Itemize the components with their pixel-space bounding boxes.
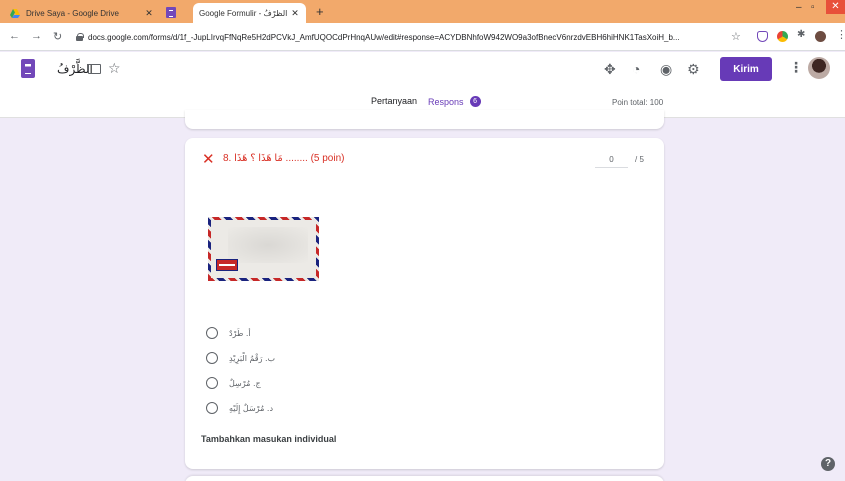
back-arrow-icon[interactable]: ← bbox=[9, 30, 20, 42]
tab-responses-label: Respons bbox=[428, 96, 464, 107]
google-forms-logo-icon[interactable] bbox=[21, 59, 35, 78]
close-x-icon: ✕ bbox=[202, 151, 215, 168]
maximize-window-button[interactable]: ▫ bbox=[811, 2, 815, 13]
puzzle-icon[interactable]: ✱ bbox=[797, 29, 805, 40]
option-a[interactable]: أ. طَرْدٌ bbox=[206, 325, 251, 341]
radio-button[interactable] bbox=[206, 377, 218, 389]
extension-icon[interactable] bbox=[777, 31, 788, 42]
folder-icon[interactable] bbox=[88, 64, 101, 74]
close-tab-icon[interactable]: ✕ bbox=[144, 8, 154, 19]
avatar[interactable] bbox=[808, 57, 830, 79]
option-b[interactable]: ب. رَقْمُ الْبَرِيْدِ bbox=[206, 350, 275, 366]
puzzle-addon-icon[interactable]: ✥ bbox=[604, 61, 616, 78]
question-title: 8. مَا هَذَا ؟ هَذَا ........ (5 poin) bbox=[223, 153, 345, 164]
google-drive-icon bbox=[10, 9, 20, 18]
tab-responses[interactable]: Respons 6 bbox=[428, 96, 481, 107]
browser-tabstrip: Drive Saya - Google Drive ✕ Google Formu… bbox=[0, 0, 845, 23]
new-tab-button[interactable]: + bbox=[316, 5, 324, 18]
help-icon[interactable]: ? bbox=[821, 457, 835, 471]
score-max: / 5 bbox=[635, 155, 644, 164]
forward-arrow-icon[interactable]: → bbox=[31, 30, 42, 42]
forms-header: الظَّرْفُ ☆ ✥ ◔ ◉ ⚙ Kirim ⋮ Pertanyaan R… bbox=[0, 52, 845, 118]
score-input[interactable] bbox=[595, 151, 628, 168]
envelope-image bbox=[208, 217, 319, 281]
browser-profile-avatar[interactable] bbox=[815, 31, 826, 42]
shield-extension-icon[interactable] bbox=[757, 31, 768, 42]
question-card: ✕ 8. مَا هَذَا ؟ هَذَا ........ (5 poin)… bbox=[185, 138, 664, 469]
radio-button[interactable] bbox=[206, 402, 218, 414]
browser-tab-label: Google Formulir - الظَّرْفُ bbox=[199, 8, 288, 18]
close-window-button[interactable]: ✕ bbox=[826, 0, 845, 14]
lock-icon bbox=[76, 33, 84, 41]
previous-question-card bbox=[185, 110, 664, 129]
eye-icon[interactable]: ◉ bbox=[660, 61, 672, 78]
gear-icon[interactable]: ⚙ bbox=[687, 61, 700, 78]
tab-questions[interactable]: Pertanyaan bbox=[371, 96, 417, 106]
bookmark-star-icon[interactable]: ☆ bbox=[731, 30, 741, 43]
option-d[interactable]: د. مُرْسَلٌ إِلَيْهِ bbox=[206, 400, 273, 416]
browser-tab-forms[interactable]: Google Formulir - الظَّرْفُ ✕ bbox=[193, 3, 306, 23]
minimize-window-button[interactable]: – bbox=[796, 2, 802, 13]
star-outline-icon[interactable]: ☆ bbox=[108, 60, 121, 77]
more-vert-icon[interactable]: ⋮ bbox=[789, 59, 803, 76]
palette-icon[interactable]: ◔ bbox=[632, 61, 640, 77]
send-button[interactable]: Kirim bbox=[720, 57, 772, 81]
option-label: ج. مُرْسِلٌ bbox=[229, 378, 261, 388]
responses-count-badge: 6 bbox=[469, 96, 481, 107]
browser-tab-drive[interactable]: Drive Saya - Google Drive ✕ bbox=[4, 4, 160, 23]
google-forms-favicon-icon bbox=[166, 7, 176, 18]
option-label: أ. طَرْدٌ bbox=[229, 328, 251, 338]
add-individual-feedback-button[interactable]: Tambahkan masukan individual bbox=[201, 434, 336, 444]
airmail-label bbox=[216, 259, 238, 271]
airmail-border bbox=[208, 217, 319, 281]
reload-icon[interactable]: ↻ bbox=[53, 30, 62, 43]
option-c[interactable]: ج. مُرْسِلٌ bbox=[206, 375, 261, 391]
close-tab-icon[interactable]: ✕ bbox=[290, 8, 300, 19]
browser-tab-label: Drive Saya - Google Drive bbox=[26, 9, 119, 18]
option-label: ب. رَقْمُ الْبَرِيْدِ bbox=[229, 353, 276, 363]
radio-button[interactable] bbox=[206, 327, 218, 339]
option-label: د. مُرْسَلٌ إِلَيْهِ bbox=[229, 403, 274, 413]
browser-toolbar: ← → ↻ docs.google.com/forms/d/1f_-JupLIr… bbox=[0, 23, 845, 51]
radio-button[interactable] bbox=[206, 352, 218, 364]
address-bar[interactable]: docs.google.com/forms/d/1f_-JupLIrvqFfNq… bbox=[76, 27, 748, 47]
url-text: docs.google.com/forms/d/1f_-JupLIrvqFfNq… bbox=[88, 32, 680, 42]
browser-menu-icon[interactable]: ⋮ bbox=[836, 28, 845, 41]
next-question-card bbox=[185, 476, 664, 481]
total-points: Poin total: 100 bbox=[612, 98, 664, 107]
